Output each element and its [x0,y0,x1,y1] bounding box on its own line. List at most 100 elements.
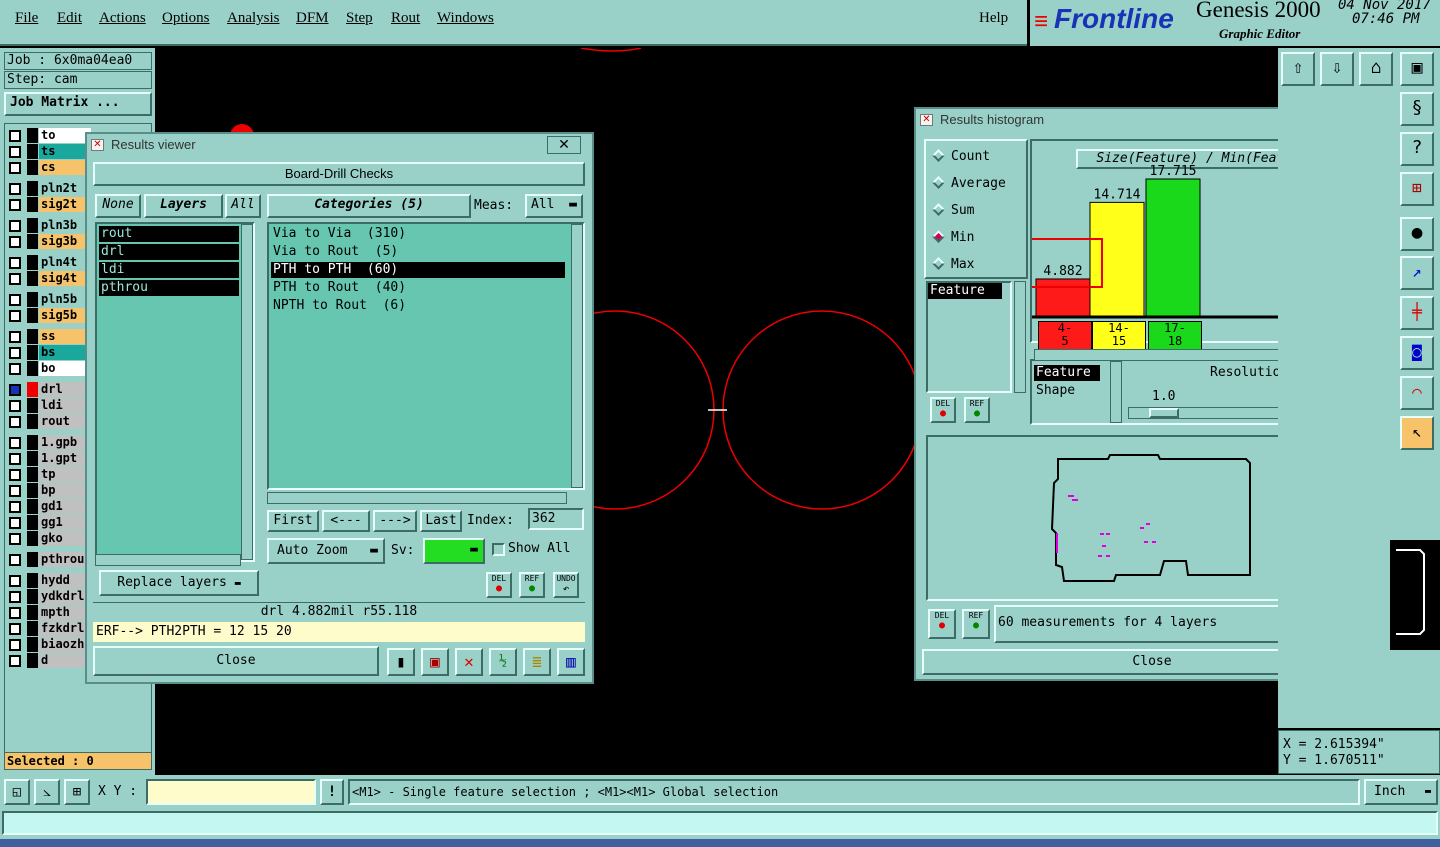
mode-count-radio[interactable]: Count [932,149,990,164]
list-item[interactable]: drl [99,244,239,260]
layer-name[interactable]: gg1 [39,515,91,530]
layer-color-swatch[interactable] [27,435,38,450]
tool-home-icon[interactable]: ⌂ [1359,52,1393,86]
layer-color-swatch[interactable] [27,531,38,546]
list-item[interactable]: ldi [99,262,239,278]
layer-color-swatch[interactable] [27,292,38,307]
layer-name[interactable]: gko [39,531,91,546]
layer-color-swatch[interactable] [27,308,38,323]
layer-name[interactable]: sig5b [39,308,91,323]
menu-rout[interactable]: Rout [391,10,420,27]
list-item[interactable]: Via to Rout (5) [271,244,565,260]
tool-arc-icon[interactable]: ⌒ [1400,376,1434,410]
mode-average-radio[interactable]: Average [932,176,1006,191]
ref-button[interactable]: REF ● [519,572,545,598]
show-all-checkbox[interactable] [492,543,505,556]
results-viewer-titlebar[interactable]: ✕ Results viewer [87,134,592,156]
layer-checkbox[interactable] [9,183,21,195]
slider-thumb[interactable] [1149,408,1179,418]
list-item-selected[interactable]: PTH to PTH (60) [271,262,565,278]
layer-name[interactable]: hydd [39,573,91,588]
close-icon[interactable]: ✕ [547,136,581,154]
tool-snap-icon[interactable]: § [1400,92,1434,126]
menu-dfm[interactable]: DFM [296,10,329,27]
layer-name[interactable]: 1.gpt [39,451,91,466]
report-icon[interactable]: ≣ [523,648,551,676]
layer-color-swatch[interactable] [27,605,38,620]
layer-color-swatch[interactable] [27,589,38,604]
layer-checkbox[interactable] [9,199,21,211]
category-list[interactable]: Via to Via (310) Via to Rout (5) PTH to … [267,222,585,490]
layer-checkbox[interactable] [9,607,21,619]
layer-color-swatch[interactable] [27,128,38,143]
layer-name[interactable]: rout [39,414,91,429]
list-item[interactable]: pthrou [99,280,239,296]
tool-select-icon[interactable]: ↖ [1400,416,1434,450]
layer-checkbox[interactable] [9,400,21,412]
layer-color-swatch[interactable] [27,271,38,286]
layer-color-swatch[interactable] [27,467,38,482]
feature-scrollbar[interactable] [1014,281,1026,393]
list-item[interactable]: PTH to Rout (40) [271,280,565,296]
layer-color-swatch[interactable] [27,451,38,466]
tool-download-icon[interactable]: ⇩ [1320,52,1354,86]
layer-name[interactable]: biaozh [39,637,91,652]
layer-name[interactable]: gd1 [39,499,91,514]
categories-button[interactable]: Categories (5) [267,194,471,218]
layer-name[interactable]: sig4t [39,271,91,286]
layer-checkbox[interactable] [9,146,21,158]
layer-color-swatch[interactable] [27,144,38,159]
list-item[interactable]: NPTH to Rout (6) [271,298,565,314]
menu-file[interactable]: File [15,10,38,27]
layer-name[interactable]: ss [39,329,91,344]
previous-button[interactable]: <--- [322,510,370,532]
del-button[interactable]: DEL ● [928,609,956,639]
layer-color-swatch[interactable] [27,398,38,413]
menu-step[interactable]: Step [346,10,373,27]
layer-name[interactable]: d [39,653,91,668]
layer-checkbox[interactable] [9,236,21,248]
monitor-icon[interactable]: ▣ [421,648,449,676]
layer-color-swatch[interactable] [27,234,38,249]
layer-color-swatch[interactable] [27,552,38,567]
menu-analysis[interactable]: Analysis [227,10,280,27]
menu-help[interactable]: Help [979,10,1008,27]
layer-color-swatch[interactable] [27,414,38,429]
histogram-bar[interactable] [1145,178,1201,318]
layer-name[interactable]: ydkdrl [39,589,91,604]
measure-icon[interactable]: ⦣ [34,779,60,805]
layer-name[interactable]: sig2t [39,197,91,212]
categories-horizontal-scrollbar[interactable] [267,492,567,504]
layer-checkbox[interactable] [9,347,21,359]
xy-input[interactable] [146,779,316,805]
ref-button[interactable]: REF ● [964,397,990,423]
layers-button[interactable]: Layers [144,194,223,218]
layer-name[interactable]: bs [39,345,91,360]
index-field[interactable]: 362 [528,508,584,530]
alert-icon[interactable]: ! [320,779,344,805]
layer-color-swatch[interactable] [27,197,38,212]
tool-upload-icon[interactable]: ⇧ [1281,52,1315,86]
histogram-range-label[interactable]: 4- 5 [1038,321,1092,351]
tool-font-icon[interactable]: ╪ [1400,296,1434,330]
all-layers-button[interactable]: All [225,194,261,218]
layer-name[interactable]: drl [39,382,91,397]
layer-checkbox[interactable] [9,623,21,635]
tool-line-icon[interactable]: ↗ [1400,256,1434,290]
layer-checkbox[interactable] [9,220,21,232]
menu-edit[interactable]: Edit [57,10,82,27]
layer-checkbox[interactable] [9,162,21,174]
layer-name[interactable]: pln4t [39,255,91,270]
layer-name[interactable]: 1.gpb [39,435,91,450]
units-dropdown[interactable]: Inch ▬ [1364,779,1438,805]
layer-checkbox[interactable] [9,655,21,667]
menu-windows[interactable]: Windows [437,10,494,27]
histogram-bar[interactable] [1035,278,1091,318]
layer-checkbox[interactable] [9,294,21,306]
layer-color-swatch[interactable] [27,329,38,344]
undo-button[interactable]: UNDO ↶ [553,572,579,598]
layer-checkbox[interactable] [9,257,21,269]
layer-color-swatch[interactable] [27,218,38,233]
layer-color-swatch[interactable] [27,361,38,376]
delete-results-icon[interactable]: ✕ [455,648,483,676]
